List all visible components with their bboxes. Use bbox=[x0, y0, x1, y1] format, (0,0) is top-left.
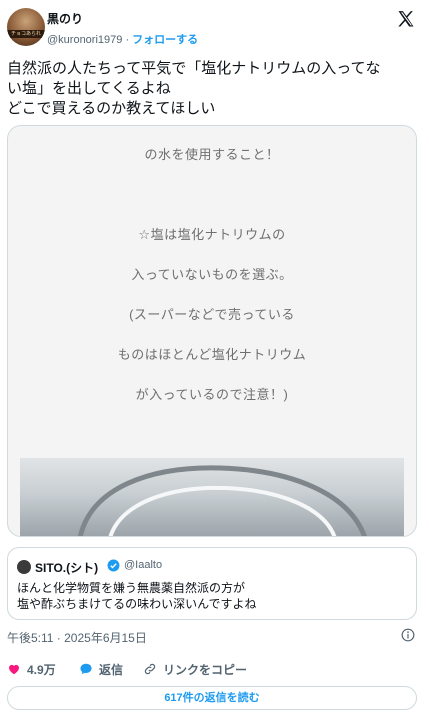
jar-rim-illustration bbox=[77, 465, 367, 536]
avatar-caption: チョコあられ bbox=[10, 31, 41, 37]
media-text-line: (スーパーなどで売っている bbox=[129, 307, 295, 322]
verified-badge-icon bbox=[107, 559, 120, 572]
media-text-line: の水を使用すること！ bbox=[144, 147, 280, 162]
media-text-line: ものはほとんど塩化ナトリウム bbox=[117, 347, 307, 362]
media-text-line: ☆塩は塩化ナトリウムの bbox=[138, 227, 286, 242]
heart-icon bbox=[9, 664, 19, 675]
reply-icon bbox=[80, 663, 92, 675]
avatar-caption-band: チョコあられ bbox=[7, 30, 45, 38]
read-replies-button[interactable]: 617件の返信を読む bbox=[7, 686, 417, 710]
author-handle[interactable]: @kuronori1979 bbox=[47, 34, 122, 46]
media-image[interactable]: の水を使用すること！ ☆塩は塩化ナトリウムの 入っていないものを選ぶ。 (スーパ… bbox=[7, 125, 417, 537]
x-logo-icon[interactable] bbox=[396, 9, 416, 29]
handle-separator: · bbox=[122, 34, 133, 46]
author-name[interactable]: 黒のり bbox=[47, 10, 83, 27]
author-handle-row: @kuronori1979 · フォローする bbox=[47, 31, 198, 47]
reply-button[interactable]: 返信 bbox=[79, 659, 123, 679]
reply-label: 返信 bbox=[99, 662, 124, 677]
info-icon[interactable] bbox=[401, 628, 415, 642]
author-avatar[interactable]: チョコあられ bbox=[7, 8, 45, 46]
quote-author-name: SITO.(シト) bbox=[35, 561, 99, 575]
media-text-line: 入っていないものを選ぶ。 bbox=[131, 267, 293, 282]
like-count: 4.9万 bbox=[27, 662, 56, 677]
quote-line-1: ほんと化学物質を嫌う無農薬自然派の方が bbox=[17, 581, 246, 595]
quote-author-handle: @Iaalto bbox=[124, 559, 163, 571]
action-bar: 4.9万 返信 リンクをコピー bbox=[7, 659, 417, 679]
tweet-line-1: 自然派の人たちって平気で「塩化ナトリウムの入ってな bbox=[7, 60, 381, 77]
like-button[interactable]: 4.9万 bbox=[7, 659, 56, 679]
tweet-line-2: い塩」を出してくるよね bbox=[7, 80, 171, 97]
follow-button[interactable]: フォローする bbox=[132, 34, 198, 46]
glass-jar-photo bbox=[20, 458, 404, 536]
tweet-header: チョコあられ 黒のり @kuronori1979 · フォローする bbox=[0, 0, 429, 56]
quote-text: ほんと化学物質を嫌う無農薬自然派の方が 塩や酢ぶちまけてるの味わい深いんですよね bbox=[17, 580, 407, 612]
tweet-text: 自然派の人たちって平気で「塩化ナトリウムの入ってな い塩」を出してくるよね どこ… bbox=[7, 59, 422, 119]
quote-line-2: 塩や酢ぶちまけてるの味わい深いんですよね bbox=[17, 597, 257, 611]
media-text-line: が入っているので注意！) bbox=[135, 387, 289, 402]
quote-avatar bbox=[17, 560, 31, 574]
quoted-tweet[interactable]: SITO.(シト) @Iaalto ほんと化学物質を嫌う無農薬自然派の方が 塩や… bbox=[7, 547, 417, 620]
copy-link-button[interactable]: リンクをコピー bbox=[143, 659, 247, 679]
tweet-line-3: どこで買えるのか教えてほしい bbox=[7, 100, 216, 117]
link-icon bbox=[144, 663, 156, 675]
copy-link-label: リンクをコピー bbox=[163, 662, 248, 677]
tweet-timestamp[interactable]: 午後5:11 · 2025年6月15日 bbox=[7, 629, 147, 646]
